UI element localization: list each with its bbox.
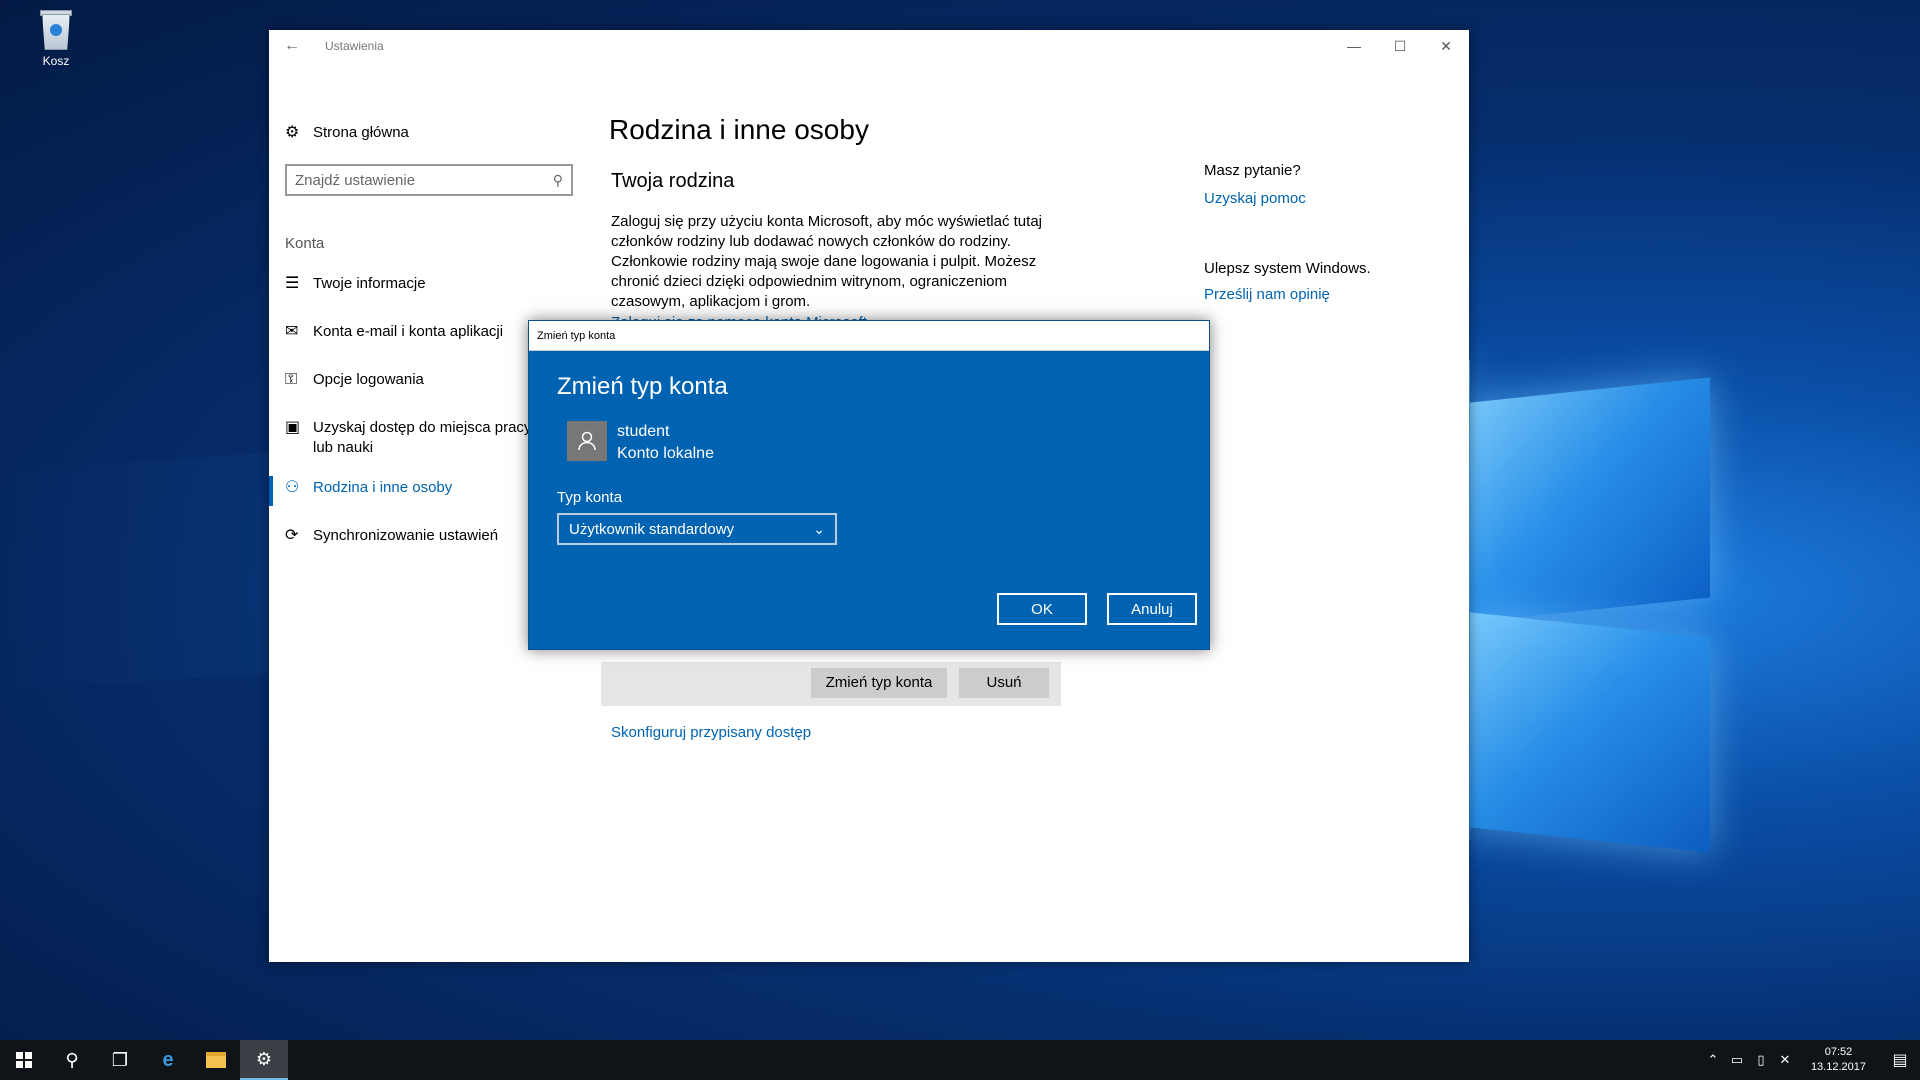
cancel-button[interactable]: Anuluj xyxy=(1107,593,1197,625)
system-tray: ⌃ ▭ ▯ ✕ 07:52 13.12.2017 ▤ xyxy=(1701,1040,1920,1080)
battery-icon[interactable]: ▭ xyxy=(1725,1052,1749,1068)
sidebar-item-your-info[interactable]: ☰ Twoje informacje xyxy=(269,264,589,312)
window-titlebar: ← Ustawienia — ☐ ✕ xyxy=(269,30,1469,62)
sidebar-item-label: Uzyskaj dostęp do miejsca pracy lub nauk… xyxy=(313,419,532,456)
assigned-access-link[interactable]: Skonfiguruj przypisany dostęp xyxy=(611,724,811,741)
key-icon: ⚿ xyxy=(285,371,298,388)
gear-icon: ⚙ xyxy=(285,124,300,141)
search-icon[interactable]: ⚲ xyxy=(553,172,563,189)
notification-icon[interactable]: ▤ xyxy=(1880,1050,1920,1070)
page-title: Rodzina i inne osoby xyxy=(609,114,869,145)
taskbar: ⚲ ❐ e ⚙ ⌃ ▭ ▯ ✕ 07:52 13.12.2017 ▤ xyxy=(0,1040,1920,1080)
change-account-type-dialog: Zmień typ konta Zmień typ konta student … xyxy=(528,320,1210,650)
home-label: Strona główna xyxy=(313,123,409,141)
window-title: Ustawienia xyxy=(325,39,384,53)
volume-muted-icon[interactable]: ✕ xyxy=(1773,1052,1797,1068)
briefcase-icon: ▣ xyxy=(285,419,301,436)
clock-date: 13.12.2017 xyxy=(1810,1061,1866,1073)
network-icon[interactable]: ▯ xyxy=(1749,1052,1773,1068)
start-button[interactable] xyxy=(0,1040,48,1080)
remove-account-button[interactable]: Usuń xyxy=(959,668,1049,698)
close-button[interactable]: ✕ xyxy=(1423,38,1469,55)
section-label: Konta xyxy=(285,235,325,252)
sidebar-item-label: Opcje logowania xyxy=(313,371,424,388)
family-description: Zaloguj się przy użyciu konta Microsoft,… xyxy=(611,213,1042,310)
chevron-up-icon[interactable]: ⌃ xyxy=(1701,1052,1725,1068)
family-heading: Twoja rodzina xyxy=(611,170,735,192)
account-type-value: Użytkownik standardowy xyxy=(569,520,735,538)
recycle-bin-label: Kosz xyxy=(42,54,70,68)
recycle-bin-shortcut[interactable]: Kosz xyxy=(28,8,84,68)
windows-logo-wallpaper xyxy=(1460,360,1920,853)
question-heading: Masz pytanie? xyxy=(1204,162,1301,179)
dialog-titlebar: Zmień typ konta xyxy=(529,321,1209,351)
settings-sidebar: ⚙ Strona główna ⚲ Konta ☰ Twoje informac… xyxy=(269,62,573,962)
person-add-icon: ⚇ xyxy=(285,479,300,496)
clock-time: 07:52 xyxy=(1824,1046,1853,1058)
account-kind: Konto lokalne xyxy=(617,445,714,462)
task-view-icon[interactable]: ❐ xyxy=(96,1040,144,1080)
home-link[interactable]: ⚙ Strona główna xyxy=(285,122,409,142)
feedback-link[interactable]: Prześlij nam opinię xyxy=(1204,286,1330,303)
mail-icon: ✉ xyxy=(285,323,299,340)
search-box[interactable]: ⚲ xyxy=(285,164,573,196)
get-help-link[interactable]: Uzyskaj pomoc xyxy=(1204,190,1306,207)
user-avatar-icon xyxy=(567,421,607,461)
sidebar-item-label: Rodzina i inne osoby xyxy=(313,479,453,496)
recycle-bin-icon xyxy=(38,8,74,50)
search-input[interactable] xyxy=(295,171,553,189)
account-name: student xyxy=(617,423,670,440)
search-icon[interactable]: ⚲ xyxy=(48,1040,96,1080)
windows-icon xyxy=(16,1052,32,1068)
back-arrow-icon[interactable]: ← xyxy=(269,37,315,55)
clock[interactable]: 07:52 13.12.2017 xyxy=(1797,1045,1880,1075)
dialog-heading: Zmień typ konta xyxy=(557,373,728,400)
sidebar-item-label: Twoje informacje xyxy=(313,275,426,292)
ok-button[interactable]: OK xyxy=(997,593,1087,625)
improve-heading: Ulepsz system Windows. xyxy=(1204,260,1371,277)
sidebar-item-label: Synchronizowanie ustawień xyxy=(313,527,499,544)
sync-icon: ⟳ xyxy=(285,527,299,544)
settings-taskbar-icon[interactable]: ⚙ xyxy=(240,1040,288,1080)
maximize-button[interactable]: ☐ xyxy=(1377,38,1423,55)
user-card-icon: ☰ xyxy=(285,275,300,292)
sidebar-item-label: Konta e-mail i konta aplikacji xyxy=(313,323,504,340)
account-summary: student Konto lokalne xyxy=(567,421,714,465)
change-account-type-button[interactable]: Zmień typ konta xyxy=(811,668,947,698)
chevron-down-icon: ⌄ xyxy=(813,520,825,537)
account-type-select[interactable]: Użytkownik standardowy ⌄ xyxy=(557,513,837,545)
file-explorer-icon[interactable] xyxy=(192,1040,240,1080)
account-type-label: Typ konta xyxy=(557,489,623,506)
help-panel: Masz pytanie? Uzyskaj pomoc Ulepsz syste… xyxy=(1204,162,1444,303)
edge-icon[interactable]: e xyxy=(144,1040,192,1080)
minimize-button[interactable]: — xyxy=(1331,38,1377,54)
